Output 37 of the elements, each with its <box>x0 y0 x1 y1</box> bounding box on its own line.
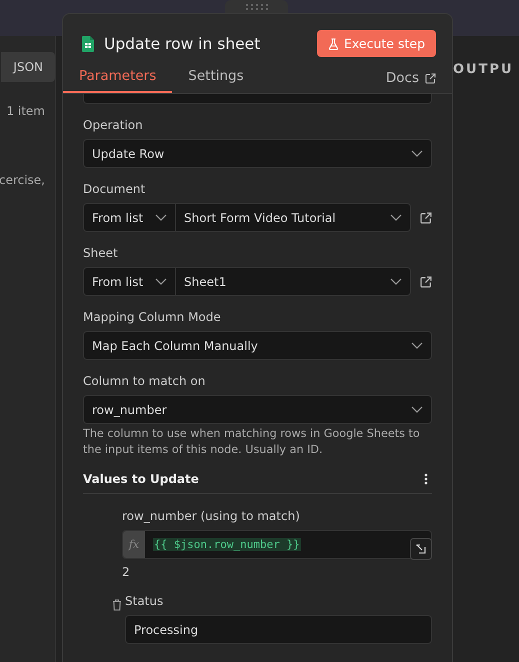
select-field[interactable]: row_number <box>83 395 432 424</box>
expression-result: 2 <box>122 565 131 579</box>
expand-icon[interactable] <box>410 538 432 560</box>
docs-link[interactable]: Docs <box>386 70 436 93</box>
trash-icon[interactable] <box>112 599 122 611</box>
select-field[interactable]: Map Each Column Manually <box>83 331 432 360</box>
field-label: Document <box>83 182 146 196</box>
section-title: Values to Update <box>83 472 199 486</box>
external-link-icon <box>425 72 436 84</box>
field-hint: The column to use when matching rows in Google Sheets to the input items of this node. Usually an ID. <box>83 426 421 458</box>
text-fragment: cercise, <box>0 173 46 187</box>
field-label: Status <box>125 594 164 608</box>
field-label: row_number (using to match) <box>122 509 301 523</box>
field-label: Sheet <box>83 246 119 260</box>
tab[interactable]: Settings <box>172 68 260 93</box>
field-label: Operation <box>83 118 144 132</box>
drag-handle[interactable] <box>225 0 288 14</box>
flask-icon <box>328 38 339 50</box>
text-input[interactable]: Processing <box>125 615 432 644</box>
chevron-down-icon <box>411 406 423 413</box>
chevron-down-icon <box>411 150 423 157</box>
expression-field[interactable]: fx {{ $json.row_number }} <box>122 530 432 559</box>
fx-label: fx <box>123 531 145 558</box>
expression-code: {{ $json.row_number }} <box>153 538 301 551</box>
field-label: Mapping Column Mode <box>83 310 222 324</box>
more-options-icon[interactable] <box>424 473 428 485</box>
external-link-icon[interactable] <box>420 212 432 224</box>
input-field[interactable] <box>83 94 432 104</box>
field-label: Column to match on <box>83 374 206 388</box>
item-count: 1 item <box>6 104 46 118</box>
spreadsheet-icon <box>82 36 94 52</box>
node-title: Update row in sheet <box>104 34 262 52</box>
json-button[interactable]: JSON <box>1 52 55 82</box>
chevron-down-icon <box>411 342 423 349</box>
select-field[interactable]: Update Row <box>83 139 432 168</box>
external-link-icon[interactable] <box>420 276 432 288</box>
output-heading: OUTPU <box>453 62 514 77</box>
